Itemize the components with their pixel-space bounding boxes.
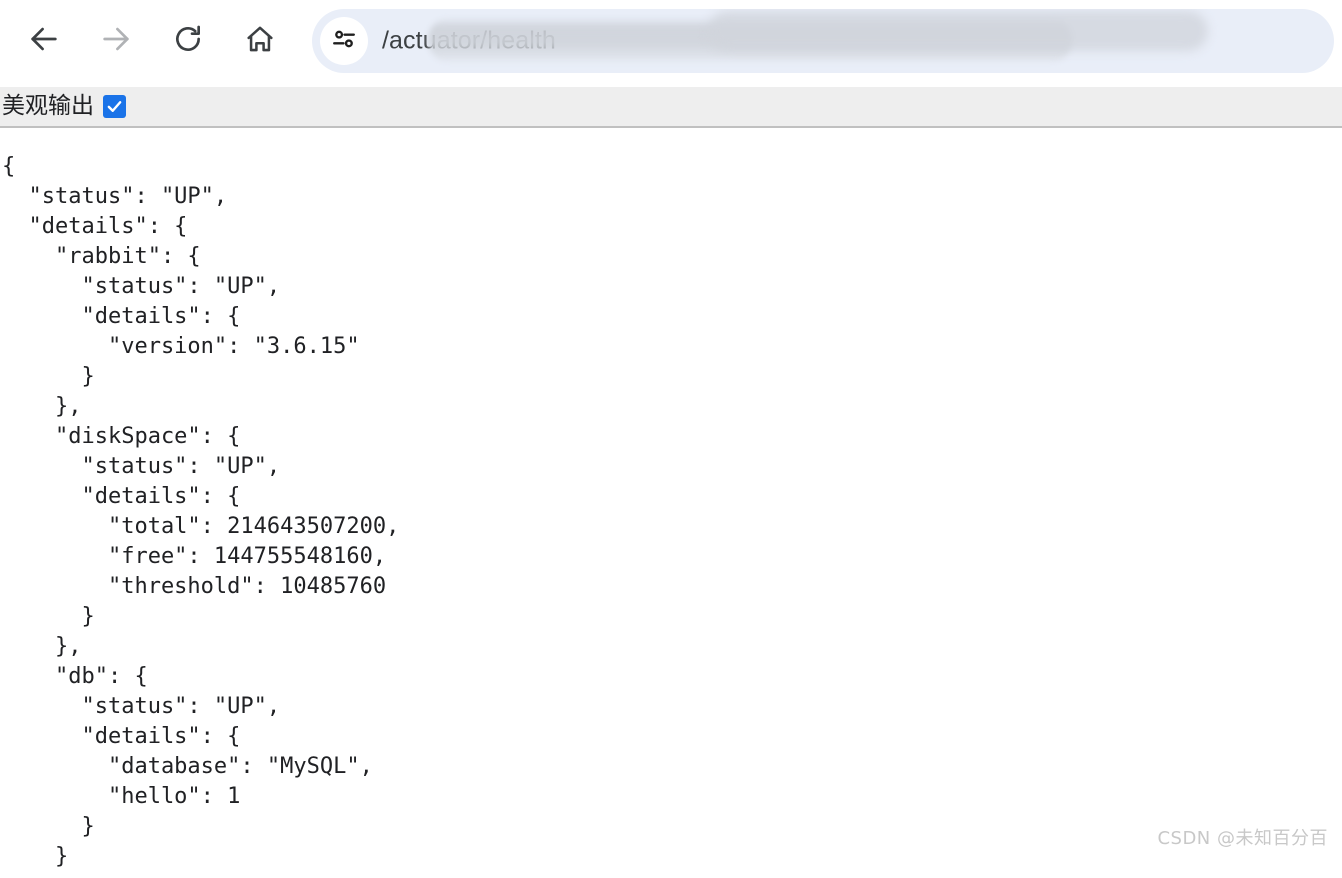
url-redaction-overlay-secondary xyxy=(708,11,1208,51)
json-line: }, xyxy=(2,394,82,419)
json-line: "details": { xyxy=(2,214,188,239)
json-line: } xyxy=(2,364,95,389)
json-line: } xyxy=(2,604,95,629)
json-line: "version": "3.6.15" xyxy=(2,334,360,359)
json-line: "details": { xyxy=(2,304,241,329)
reload-icon xyxy=(172,23,204,60)
json-line: } xyxy=(2,814,95,839)
json-line: "free": 144755548160, xyxy=(2,544,387,569)
json-line: { xyxy=(2,154,16,179)
json-response-body: { "status": "UP", "details": { "rabbit":… xyxy=(0,152,1342,878)
json-line: "status": "UP", xyxy=(2,694,281,719)
json-line: "db": { xyxy=(2,664,148,689)
json-line: "diskSpace": { xyxy=(2,424,241,449)
pretty-print-bar: 美观输出 xyxy=(0,87,1342,128)
json-line: "status": "UP", xyxy=(2,454,281,479)
arrow-right-icon xyxy=(99,22,133,61)
json-line: "database": "MySQL", xyxy=(2,754,373,779)
json-line: } xyxy=(2,844,69,869)
arrow-left-icon xyxy=(27,22,61,61)
check-icon xyxy=(107,101,122,112)
csdn-watermark: CSDN @未知百分百 xyxy=(1157,828,1328,849)
json-line: }, xyxy=(2,634,82,659)
home-button[interactable] xyxy=(232,13,288,69)
json-line: "status": "UP", xyxy=(2,274,281,299)
json-line: "rabbit": { xyxy=(2,244,201,269)
pretty-print-label: 美观输出 xyxy=(2,93,94,119)
url-field[interactable]: /actuator/health xyxy=(368,9,1334,73)
pretty-print-checkbox[interactable] xyxy=(103,95,126,118)
home-icon xyxy=(244,23,276,60)
json-line: "details": { xyxy=(2,484,241,509)
json-line: "details": { xyxy=(2,724,241,749)
address-bar[interactable]: /actuator/health xyxy=(312,9,1334,73)
reload-button[interactable] xyxy=(160,13,216,69)
back-button[interactable] xyxy=(16,13,72,69)
forward-button[interactable] xyxy=(88,13,144,69)
tune-sliders-icon xyxy=(331,26,357,57)
site-settings-button[interactable] xyxy=(320,17,368,65)
json-line: "status": "UP", xyxy=(2,184,228,209)
json-line: "hello": 1 xyxy=(2,784,241,809)
json-line: "total": 214643507200, xyxy=(2,514,400,539)
json-line: "threshold": 10485760 xyxy=(2,574,387,599)
